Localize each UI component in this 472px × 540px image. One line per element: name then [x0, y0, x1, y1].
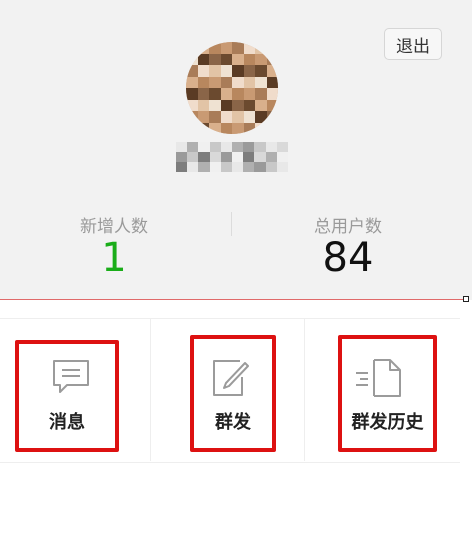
avatar-pixel [209, 88, 221, 100]
username-pixel [276, 152, 288, 162]
username-pixel [176, 162, 188, 172]
username-pixel [220, 152, 232, 162]
username-pixel [187, 162, 199, 172]
avatar-pixel [232, 42, 244, 54]
username-pixel [276, 142, 288, 152]
username-pixel [220, 162, 232, 172]
avatar-pixel [255, 65, 267, 77]
selection-line [0, 299, 463, 300]
avatar-pixel [197, 99, 209, 111]
avatar-pixel [232, 65, 244, 77]
username-pixel [276, 162, 288, 172]
avatar-pixel [255, 88, 267, 100]
username-pixel [209, 152, 221, 162]
avatar-pixel [209, 53, 221, 65]
avatar-pixel [232, 99, 244, 111]
username-pixel [243, 162, 255, 172]
menu-item-broadcast[interactable]: 群发 [190, 335, 276, 452]
menu-item-label: 群发 [215, 412, 251, 433]
menu-item-broadcast-history[interactable]: 群发历史 [338, 335, 437, 452]
avatar-pixel [209, 99, 221, 111]
username-blurred [176, 142, 288, 172]
compose-icon [210, 357, 256, 403]
avatar-pixel [197, 88, 209, 100]
avatar-pixel [220, 42, 232, 54]
username-pixel [198, 152, 210, 162]
avatar-pixel [197, 76, 209, 88]
avatar-pixel [186, 76, 198, 88]
avatar-pixel [243, 65, 255, 77]
avatar-pixel [255, 53, 267, 65]
new-users-value: 1 [101, 235, 127, 281]
username-pixel [198, 142, 210, 152]
username-pixel [187, 152, 199, 162]
message-icon [51, 358, 91, 400]
avatar-pixel [220, 122, 232, 134]
total-users-value: 84 [322, 235, 374, 281]
username-pixel [176, 142, 188, 152]
avatar-pixel [243, 111, 255, 123]
resize-handle[interactable] [463, 296, 469, 302]
avatar-pixel [243, 53, 255, 65]
username-pixel [231, 162, 244, 172]
avatar-pixel [232, 111, 244, 123]
menu-column-divider [304, 318, 305, 461]
avatar-pixel [220, 53, 232, 65]
avatar-pixel [266, 88, 278, 100]
avatar-pixel [220, 76, 232, 88]
avatar-pixel [255, 76, 267, 88]
username-pixel [231, 142, 244, 152]
avatar-pixel [186, 88, 198, 100]
logout-button[interactable]: 退出 [384, 28, 442, 60]
username-pixel [209, 142, 221, 152]
avatar-pixel [232, 53, 244, 65]
username-pixel [187, 142, 199, 152]
username-pixel [265, 162, 277, 172]
username-pixel [243, 152, 255, 162]
avatar-pixel [243, 76, 255, 88]
avatar-pixel [209, 76, 221, 88]
username-pixel [254, 162, 266, 172]
avatar-pixel [220, 65, 232, 77]
menu-item-label: 群发历史 [351, 412, 424, 433]
avatar-pixel [197, 111, 209, 123]
stats-divider [231, 212, 232, 236]
username-pixel [265, 152, 277, 162]
username-pixel [254, 142, 266, 152]
avatar-pixel [209, 65, 221, 77]
avatar-pixel [243, 88, 255, 100]
username-pixel [231, 152, 244, 162]
username-pixel [220, 142, 232, 152]
avatar-pixel [232, 122, 244, 134]
avatar-pixel [266, 76, 278, 88]
username-pixel [209, 162, 221, 172]
avatar[interactable] [186, 42, 278, 134]
avatar-pixel [220, 88, 232, 100]
document-history-icon [354, 357, 404, 403]
avatar-pixel [197, 53, 209, 65]
menu-item-label: 消息 [49, 412, 85, 433]
avatar-pixel [232, 76, 244, 88]
avatar-pixel [197, 65, 209, 77]
username-pixel [265, 142, 277, 152]
avatar-pixel [209, 111, 221, 123]
avatar-pixel [220, 99, 232, 111]
avatar-pixel [220, 111, 232, 123]
username-pixel [198, 162, 210, 172]
username-pixel [176, 152, 188, 162]
username-pixel [254, 152, 266, 162]
username-pixel [243, 142, 255, 152]
menu-column-divider [150, 318, 151, 461]
avatar-pixel [243, 99, 255, 111]
avatar-pixel [232, 88, 244, 100]
menu-item-messages[interactable]: 消息 [15, 340, 119, 452]
avatar-pixel [255, 99, 267, 111]
